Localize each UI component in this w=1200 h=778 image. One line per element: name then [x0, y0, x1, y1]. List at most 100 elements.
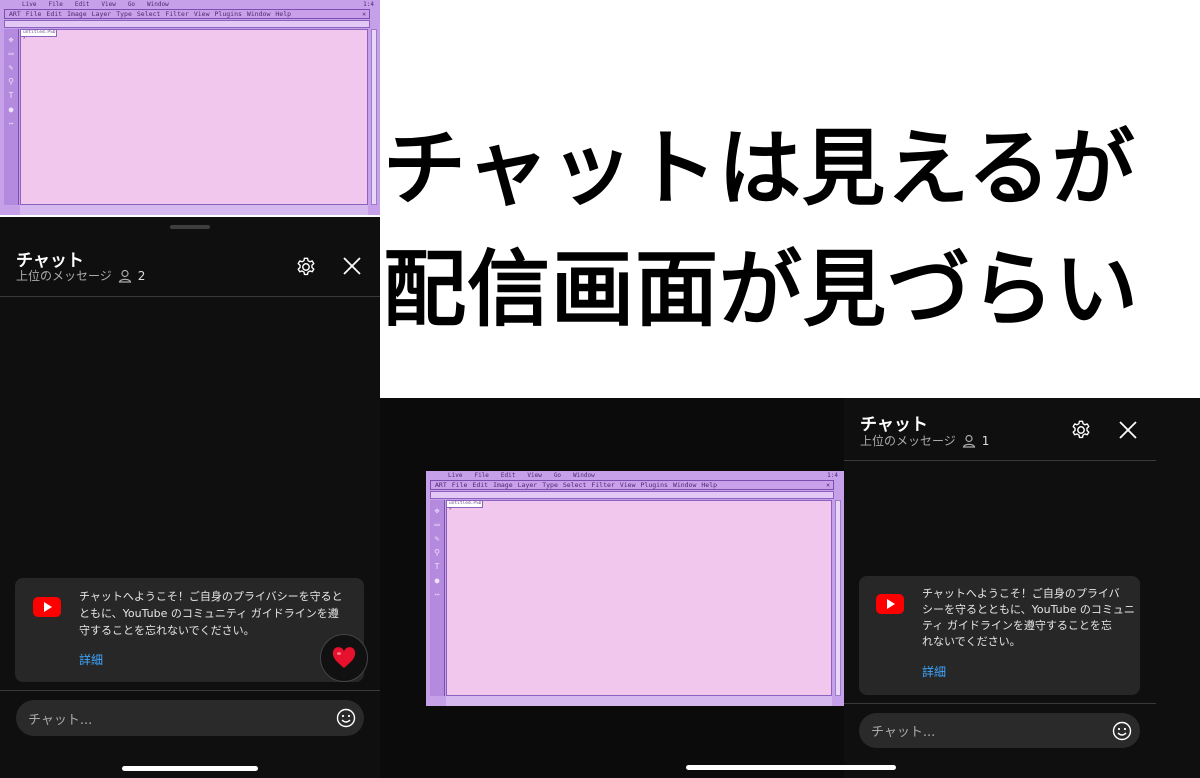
welcome-line: チャットへようこそ！ご自身のプライバシーを守ると: [79, 590, 343, 603]
menu-item: Image: [67, 10, 87, 18]
ipad-status-bar: Live File Edit View Go Window 1:4: [0, 0, 380, 8]
scrollbar: [371, 29, 377, 205]
chat-panel-portrait: チャット 上位のメッセージ 2 チャットへようこそ！ご自身のプライバシーを守ると…: [0, 217, 380, 778]
menu-item: Image: [493, 481, 513, 489]
menu-item: View: [193, 10, 210, 18]
drag-handle[interactable]: [170, 225, 210, 229]
smiley-icon[interactable]: [336, 708, 356, 728]
status-item: Edit: [500, 471, 516, 479]
menu-item: Type: [542, 481, 558, 489]
detail-link[interactable]: 詳細: [79, 651, 103, 668]
menu-item: Select: [562, 481, 587, 489]
menu-item: Edit: [472, 481, 489, 489]
status-item: Live: [448, 471, 463, 479]
more-tools-icon: ⋯: [434, 590, 440, 599]
reaction-button[interactable]: [320, 634, 368, 682]
detail-link[interactable]: 詳細: [922, 663, 946, 680]
menu-item: Window: [672, 481, 697, 489]
move-tool-icon: ✥: [434, 506, 440, 515]
status-item: File: [48, 0, 63, 8]
heart-icon: [332, 647, 356, 668]
app-menubar: ART File Edit Image Layer Type Select Fi…: [430, 480, 834, 490]
menu-item: Layer: [91, 10, 112, 18]
marquee-tool-icon: ▭: [434, 520, 440, 529]
document-canvas: untitled.PSD ×: [20, 29, 368, 205]
stream-bottom-frames: [446, 696, 832, 706]
menu-item: ART: [9, 10, 21, 18]
text-tool-icon: T: [434, 562, 440, 571]
status-item: Window: [573, 471, 595, 479]
status-item: Go: [553, 471, 562, 479]
chat-subtitle-row[interactable]: 上位のメッセージ 1: [860, 432, 989, 449]
home-indicator[interactable]: [686, 765, 896, 770]
close-icon: [1119, 421, 1137, 439]
settings-button[interactable]: [1068, 417, 1094, 443]
tool-palette: ✥ ▭ ✎ ⚲ T ● ⋯: [430, 500, 445, 696]
gear-icon: [297, 257, 315, 276]
app-menubar: ART File Edit Image Layer Type Select Fi…: [4, 9, 370, 19]
close-icon: [343, 257, 361, 275]
header-divider: [0, 296, 380, 297]
caption-line-2: 配信画面が見づらい: [383, 241, 1139, 338]
drop-tool-icon: ●: [434, 576, 440, 585]
scrollbar: [835, 500, 841, 696]
status-item: View: [101, 0, 116, 8]
close-chat-button[interactable]: [1116, 418, 1140, 442]
menu-item: Layer: [517, 481, 538, 489]
input-divider: [844, 703, 1156, 704]
landscape-screenshot: Live File Edit View Go Window 1:4 ART Fi…: [380, 398, 1200, 778]
chat-input[interactable]: チャット...: [859, 713, 1140, 748]
screenshot-composite: Live File Edit View Go Window 1:4 ART Fi…: [0, 0, 1200, 778]
header-divider: [844, 460, 1156, 461]
welcome-card: チャットへようこそ！ご自身のプライバ シーを守るとともに、YouTube のコミ…: [859, 576, 1140, 695]
tool-palette: ✥ ▭ ✎ ⚲ T ● ⋯: [4, 29, 19, 205]
marquee-tool-icon: ▭: [8, 49, 14, 58]
gear-icon: [1072, 420, 1090, 439]
chat-panel-landscape: チャット 上位のメッセージ 1 チャットへようこそ！ご自身のプライバ シーを守る…: [844, 398, 1200, 778]
input-divider: [0, 690, 380, 691]
menu-item: Type: [116, 10, 132, 18]
stream-video-top[interactable]: Live File Edit View Go Window 1:4 ART Fi…: [0, 0, 380, 215]
close-chat-button[interactable]: [340, 254, 364, 278]
welcome-line: れないでください。: [922, 635, 1021, 648]
viewer-count: 1: [981, 433, 990, 448]
welcome-line: 守することを忘れないでください。: [79, 624, 255, 637]
welcome-line: チャットへようこそ！ご自身のプライバ: [922, 587, 1120, 600]
chat-input-placeholder: チャット...: [871, 725, 936, 740]
menu-item: ART: [435, 481, 447, 489]
menu-item: Filter: [591, 481, 615, 489]
status-item: Window: [147, 0, 169, 8]
settings-button[interactable]: [293, 254, 319, 280]
viewer-count: 2: [137, 268, 146, 283]
menu-item: File: [451, 481, 468, 489]
menu-item: View: [619, 481, 636, 489]
status-item: File: [474, 471, 489, 479]
chat-subtitle-row[interactable]: 上位のメッセージ 2: [16, 267, 145, 284]
drop-tool-icon: ●: [8, 105, 14, 114]
zoom-tool-icon: ⚲: [8, 77, 14, 86]
menu-item: Plugins: [640, 481, 668, 489]
menu-item: Help: [275, 10, 292, 18]
more-tools-icon: ⋯: [8, 119, 14, 128]
status-item: View: [527, 471, 542, 479]
chat-input-placeholder: チャット...: [28, 712, 93, 728]
person-icon: [118, 269, 131, 283]
brush-tool-icon: ✎: [8, 63, 14, 72]
youtube-logo-icon: [33, 597, 61, 617]
zoom-tool-icon: ⚲: [434, 548, 440, 557]
welcome-line: シーを守るとともに、YouTube のコミュニ: [922, 603, 1135, 616]
app-toolbar: [430, 491, 834, 499]
home-indicator[interactable]: [122, 766, 258, 771]
brush-tool-icon: ✎: [434, 534, 440, 543]
welcome-message: チャットへようこそ！ご自身のプライバ シーを守るとともに、YouTube のコミ…: [922, 586, 1136, 650]
menu-item: Edit: [46, 10, 63, 18]
text-tool-icon: T: [8, 91, 14, 100]
chat-mode-label: 上位のメッセージ: [16, 269, 112, 283]
stream-video-landscape[interactable]: Live File Edit View Go Window 1:4 ART Fi…: [426, 471, 844, 706]
welcome-line: ともに、YouTube のコミュニティ ガイドラインを遵: [79, 607, 339, 620]
document-canvas: untitled.PSD ×: [446, 500, 832, 696]
close-icon: ✕: [826, 481, 830, 489]
smiley-icon[interactable]: [1112, 721, 1132, 741]
menu-item: File: [25, 10, 42, 18]
chat-input[interactable]: チャット...: [16, 700, 364, 736]
